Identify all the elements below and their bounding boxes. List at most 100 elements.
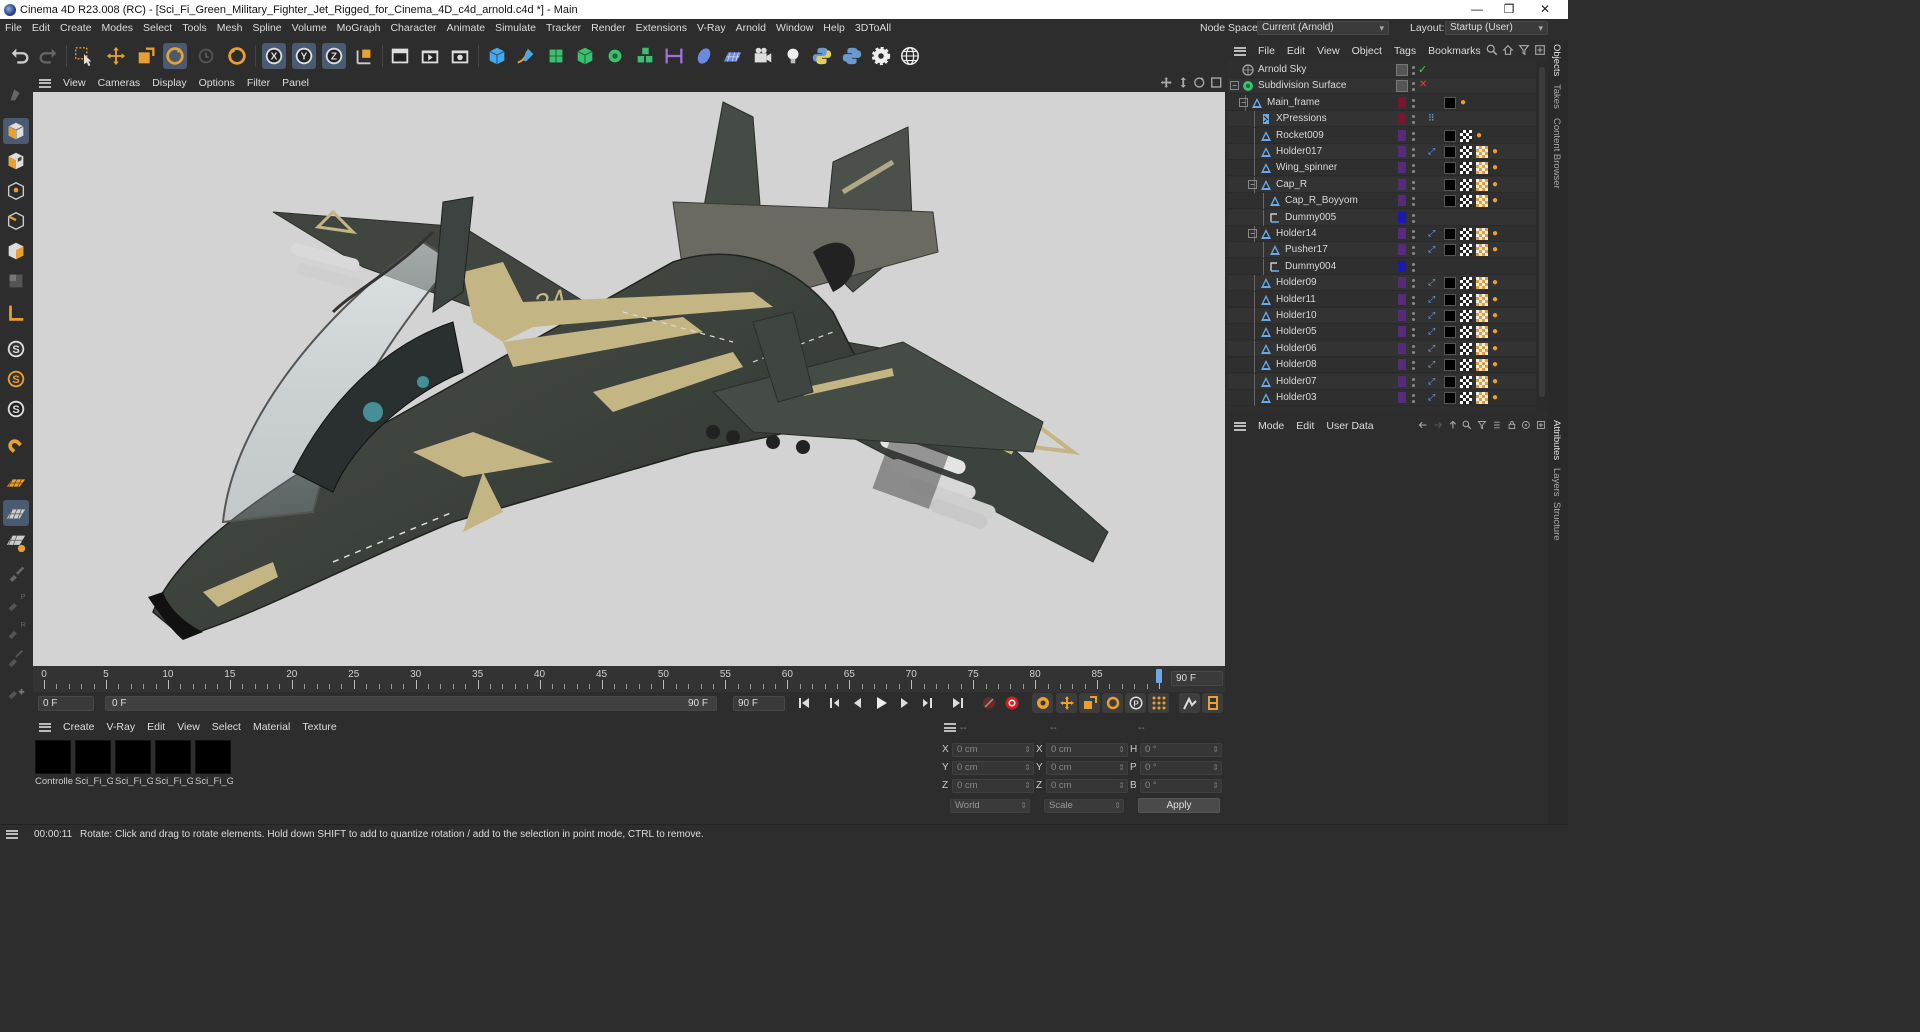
coordinate-value-field[interactable]: 0 cm	[952, 761, 1034, 775]
texture-tag-icon[interactable]	[1460, 359, 1472, 372]
uvw-tag-icon[interactable]	[1476, 310, 1488, 322]
material-menu-view[interactable]: View	[171, 721, 206, 733]
current-frame-field[interactable]: 0 F	[38, 696, 94, 711]
forward-arrow-icon[interactable]	[1433, 419, 1443, 431]
phong-tag-icon[interactable]: ●	[1492, 162, 1504, 174]
viewport-menu-cameras[interactable]: Cameras	[92, 77, 147, 89]
object-row[interactable]: Holder11 ⤢ ●	[1228, 291, 1536, 308]
orbit-icon[interactable]	[1193, 76, 1206, 89]
move-tool-button[interactable]	[104, 43, 128, 69]
texture-tag-icon[interactable]	[1460, 310, 1472, 322]
menu-tools[interactable]: Tools	[177, 19, 212, 37]
autokey-button[interactable]	[1001, 693, 1022, 713]
material-menu-material[interactable]: Material	[247, 721, 296, 733]
layer-color-swatch[interactable]	[1398, 228, 1406, 239]
go-to-start-button[interactable]	[793, 693, 814, 713]
editor-visibility-dot[interactable]	[1412, 246, 1415, 250]
make-editable-button[interactable]	[3, 80, 29, 106]
key-parameter-button[interactable]: P	[1125, 693, 1146, 713]
quantize-button[interactable]: S	[3, 396, 29, 422]
material-swatch[interactable]: Controlle	[35, 740, 73, 788]
coordinate-value-field[interactable]: 0 cm	[1046, 779, 1128, 793]
menu-mograph[interactable]: MoGraph	[332, 19, 386, 37]
render-visibility-dot[interactable]	[1412, 236, 1415, 239]
material-tag-icon[interactable]	[1444, 146, 1456, 158]
object-row[interactable]: Holder05 ⤢ ●	[1228, 324, 1536, 341]
editor-visibility-dot[interactable]	[1412, 98, 1415, 102]
camera-button[interactable]	[751, 43, 775, 69]
python-button[interactable]	[810, 43, 834, 69]
menu-character[interactable]: Character	[385, 19, 441, 37]
back-arrow-icon[interactable]	[1418, 419, 1428, 431]
render-visibility-dot[interactable]	[1412, 350, 1415, 354]
object-hamburger-icon[interactable]	[1234, 46, 1246, 56]
phong-tag-icon[interactable]: ●	[1492, 359, 1504, 371]
layer-color-swatch[interactable]	[1398, 342, 1406, 354]
editor-visibility-dot[interactable]	[1412, 82, 1415, 86]
side-tab-objects[interactable]: Objects	[1551, 44, 1562, 76]
lock-icon[interactable]	[1507, 419, 1517, 431]
texture-tag-icon[interactable]	[1460, 162, 1472, 175]
3d-viewport[interactable]: 34	[33, 92, 1225, 666]
globe-button[interactable]	[898, 43, 922, 69]
minimize-button[interactable]: —	[1462, 0, 1492, 19]
ik-tag-icon[interactable]: ⤢	[1428, 294, 1440, 306]
render-visibility-dot[interactable]	[1412, 318, 1415, 321]
object-row[interactable]: − Subdivision Surface ✕	[1228, 78, 1536, 95]
material-swatch[interactable]: Sci_Fi_Gr	[75, 740, 113, 788]
cube-button[interactable]	[485, 43, 509, 69]
menu-modes[interactable]: Modes	[97, 19, 139, 37]
ik-tag-icon[interactable]: ⤢	[1428, 376, 1440, 388]
subdivision-surface-button[interactable]	[544, 43, 568, 69]
play-button[interactable]	[870, 693, 891, 713]
render-settings-button[interactable]	[448, 43, 472, 69]
layer-color-swatch[interactable]	[1398, 162, 1406, 174]
sculpt-r-button[interactable]: R	[3, 616, 29, 642]
tree-expand-icon[interactable]: −	[1230, 81, 1239, 91]
viewport-menu-options[interactable]: Options	[193, 77, 241, 89]
texture-tag-icon[interactable]	[1460, 293, 1472, 306]
rotate-alt-button[interactable]	[225, 43, 249, 69]
up-arrow-icon[interactable]	[1448, 419, 1458, 431]
texture-tag-icon[interactable]	[1460, 342, 1472, 355]
object-row[interactable]: Holder06 ⤢ ●	[1228, 340, 1536, 357]
phong-tag-icon[interactable]: ●	[1492, 228, 1504, 240]
ik-tag-icon[interactable]: ⤢	[1428, 277, 1440, 289]
render-visibility-dot[interactable]	[1412, 301, 1415, 305]
uv-mode-button[interactable]	[3, 268, 29, 294]
range-slider[interactable]: 0 F 90 F	[105, 696, 717, 711]
render-visibility-dot[interactable]	[1412, 203, 1415, 207]
locked-workplane-button[interactable]	[3, 530, 29, 556]
layer-color-swatch[interactable]	[1398, 326, 1406, 338]
display-tag-icon[interactable]	[1396, 80, 1408, 93]
layer-color-swatch[interactable]	[1398, 359, 1406, 371]
coordinates-hamburger-icon[interactable]	[944, 723, 956, 732]
pan-arrows-icon[interactable]	[1160, 76, 1173, 89]
tree-expand-icon[interactable]: −	[1248, 179, 1257, 189]
material-tag-icon[interactable]	[1444, 228, 1456, 240]
menu-help[interactable]: Help	[818, 19, 850, 37]
extrude-button[interactable]	[573, 43, 597, 69]
coordinate-value-field[interactable]: 0 °	[1140, 761, 1222, 775]
editor-visibility-dot[interactable]	[1412, 164, 1415, 168]
settings-icon[interactable]	[1492, 419, 1502, 431]
y-axis-lock-button[interactable]: Y	[292, 43, 316, 69]
material-tag-icon[interactable]	[1444, 129, 1456, 142]
object-row[interactable]: Holder09 ⤢ ●	[1228, 275, 1536, 292]
next-frame-button[interactable]	[893, 693, 914, 713]
light-button[interactable]	[781, 43, 805, 69]
zoom-arrows-icon[interactable]	[1177, 76, 1190, 89]
uvw-tag-icon[interactable]	[1476, 195, 1488, 208]
object-row[interactable]: Holder10 ⤢ ●	[1228, 308, 1536, 324]
viewport-menu-filter[interactable]: Filter	[241, 77, 276, 89]
paint-tool-button[interactable]	[3, 560, 29, 586]
render-view-button[interactable]	[388, 43, 412, 69]
uvw-tag-icon[interactable]	[1476, 146, 1488, 158]
render-visibility-dot[interactable]	[1412, 72, 1415, 75]
menu-extensions[interactable]: Extensions	[631, 19, 692, 37]
coordinate-value-field[interactable]: 0 cm	[952, 779, 1034, 793]
layer-color-swatch[interactable]	[1398, 260, 1406, 272]
render-visibility-dot[interactable]	[1412, 186, 1415, 190]
coordinate-value-field[interactable]: 0 °	[1140, 743, 1222, 757]
menu-tracker[interactable]: Tracker	[541, 19, 586, 37]
